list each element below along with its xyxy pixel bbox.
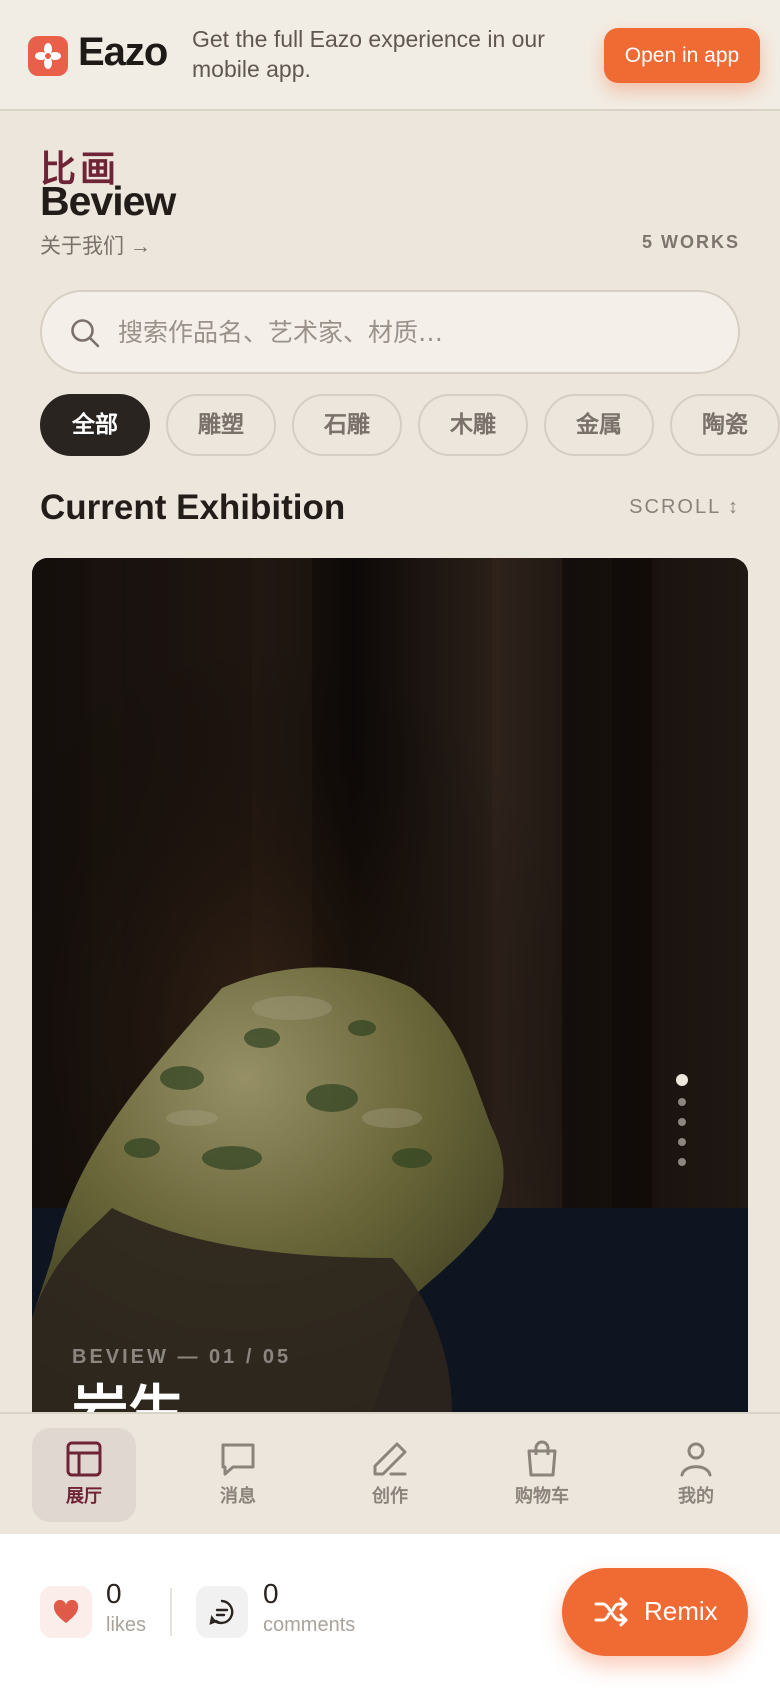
banner-message: Get the full Eazo experience in our mobi… <box>192 26 545 82</box>
slide-dot-1[interactable] <box>676 1074 688 1086</box>
artwork-image <box>32 558 748 1412</box>
nav-profile-label: 我的 <box>678 1486 714 1507</box>
gallery-icon <box>66 1441 102 1477</box>
nav-gallery[interactable]: 展厅 <box>32 1428 136 1522</box>
chip-all[interactable]: 全部 <box>40 394 150 456</box>
brand-name: Eazo <box>78 30 168 74</box>
nav-cart[interactable]: 购物车 <box>490 1428 594 1522</box>
slide-dot-3[interactable] <box>678 1118 686 1126</box>
engagement-bar: 0 likes 0 comments Remix <box>0 1534 780 1688</box>
slide-dot-4[interactable] <box>678 1138 686 1146</box>
comment-button[interactable] <box>196 1586 248 1638</box>
nav-create-label: 创作 <box>372 1486 408 1507</box>
chip-stone-carving[interactable]: 石雕 <box>292 394 402 456</box>
section-title: Current Exhibition <box>40 488 346 527</box>
artwork-title[interactable]: 岩生 <box>72 1378 184 1412</box>
slide-dot-5[interactable] <box>678 1158 686 1166</box>
slide-dot-2[interactable] <box>678 1098 686 1106</box>
about-us-link[interactable]: 关于我们 → <box>40 230 151 260</box>
chip-wood-carving[interactable]: 木雕 <box>418 394 528 456</box>
remix-button[interactable]: Remix <box>562 1568 748 1656</box>
likes-label: likes <box>106 1614 147 1636</box>
message-icon <box>221 1443 255 1476</box>
nav-create[interactable]: 创作 <box>338 1428 442 1522</box>
search-input[interactable] <box>118 292 698 372</box>
user-icon <box>680 1442 712 1477</box>
chip-sculpture[interactable]: 雕塑 <box>166 394 276 456</box>
nav-cart-label: 购物车 <box>515 1486 569 1507</box>
chip-ceramic[interactable]: 陶瓷 <box>670 394 780 456</box>
scroll-hint: SCROLL ↕ <box>629 496 740 518</box>
slide-indicator[interactable] <box>676 1074 688 1178</box>
comment-icon <box>209 1599 234 1625</box>
exhibition-card[interactable] <box>32 558 748 1412</box>
pen-icon <box>373 1442 407 1476</box>
bag-icon <box>527 1440 557 1477</box>
search-bar[interactable] <box>40 290 740 374</box>
nav-gallery-label: 展厅 <box>66 1486 102 1507</box>
search-icon <box>71 319 100 348</box>
divider <box>170 1588 172 1636</box>
page-title: Beview <box>40 178 176 224</box>
bottom-navigation: 展厅 消息 创作 购物车 我的 <box>0 1412 780 1534</box>
eazo-logo-icon <box>28 36 68 76</box>
like-button[interactable] <box>40 1586 92 1638</box>
likes-count: 0 <box>106 1578 122 1609</box>
shuffle-icon <box>594 1597 628 1627</box>
category-filter: 全部 雕塑 石雕 木雕 金属 陶瓷 <box>40 394 780 456</box>
works-count: 5 WORKS <box>641 232 740 252</box>
remix-label: Remix <box>644 1596 718 1626</box>
open-in-app-button[interactable]: Open in app <box>604 28 760 83</box>
chip-metal[interactable]: 金属 <box>544 394 654 456</box>
comments-count: 0 <box>263 1578 279 1609</box>
nav-messages[interactable]: 消息 <box>186 1428 290 1522</box>
comments-label: comments <box>263 1614 356 1636</box>
app-promo-banner: Eazo Get the full Eazo experience in our… <box>0 0 780 111</box>
artwork-index: BEVIEW — 01 / 05 <box>72 1346 292 1368</box>
heart-icon <box>53 1600 79 1623</box>
nav-messages-label: 消息 <box>220 1486 256 1507</box>
nav-profile[interactable]: 我的 <box>644 1428 748 1522</box>
